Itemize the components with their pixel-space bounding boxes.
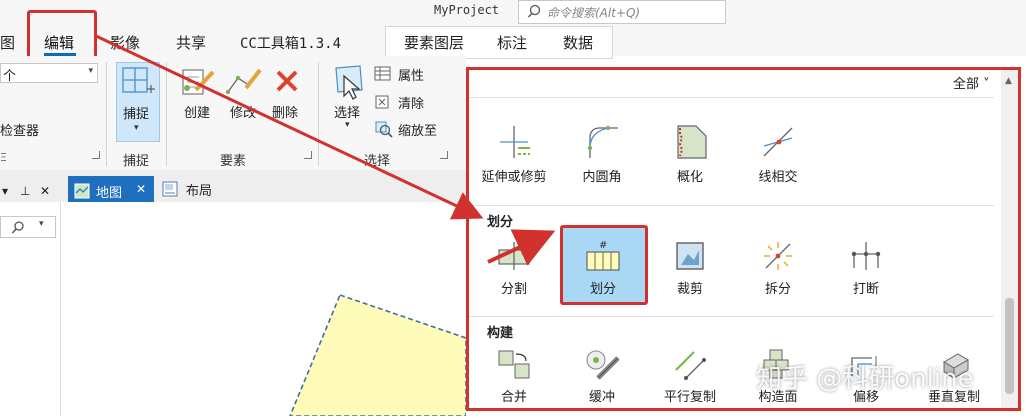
annotation-arrows — [95, 34, 556, 266]
arrow-to-divide-tool — [487, 229, 556, 266]
arrow-to-gallery — [95, 34, 484, 220]
watermark: 知乎 @科研online — [756, 364, 974, 394]
